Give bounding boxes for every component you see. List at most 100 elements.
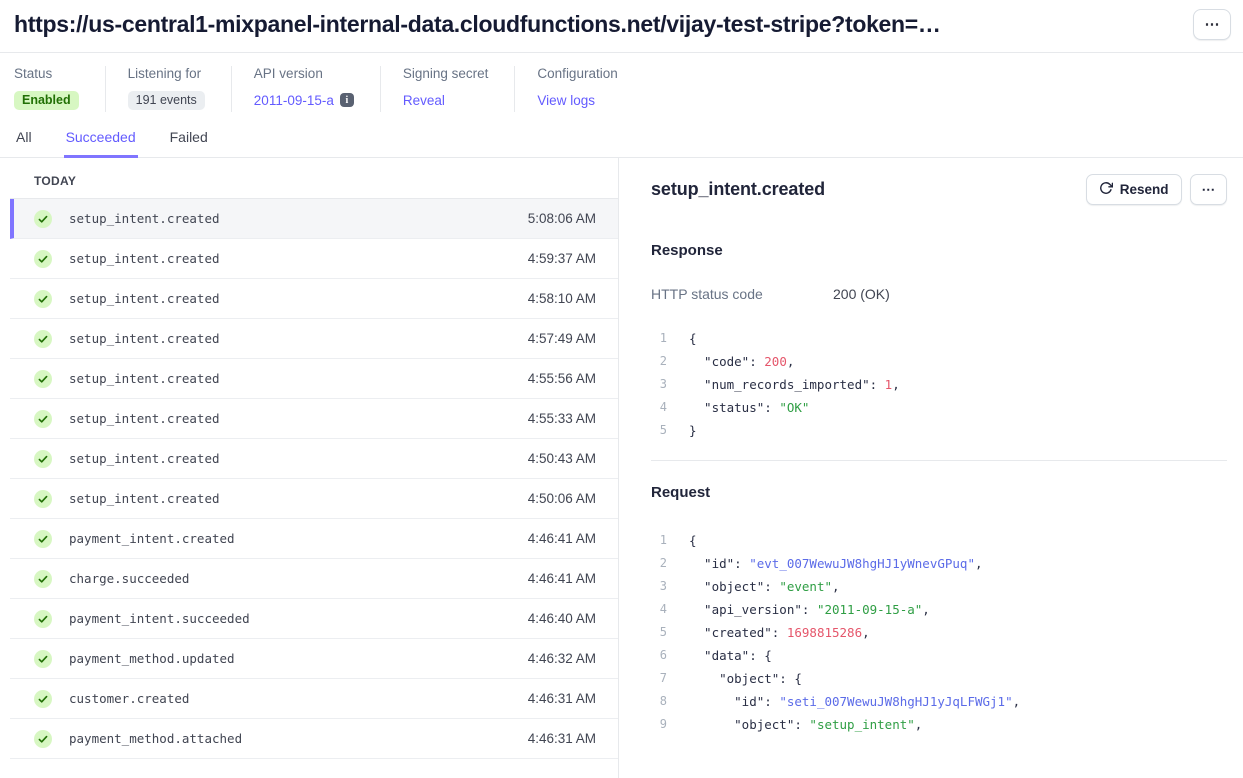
info-icon[interactable]: i <box>340 93 354 107</box>
code-line: 4 "api_version": "2011-09-15-a", <box>651 598 1227 621</box>
code-line: 1{ <box>651 529 1227 552</box>
status-badge: Enabled <box>14 91 79 110</box>
code-text: "object": "setup_intent", <box>689 713 922 736</box>
detail-header: setup_intent.created Resend ⋯ <box>651 174 1227 205</box>
event-detail-panel: setup_intent.created Resend ⋯ Resp <box>618 158 1243 778</box>
check-circle-icon <box>34 690 52 708</box>
code-text: "api_version": "2011-09-15-a", <box>689 598 930 621</box>
check-circle-icon <box>34 250 52 268</box>
http-status-row: HTTP status code 200 (OK) <box>651 286 1227 302</box>
event-row[interactable]: setup_intent.created4:50:43 AM <box>10 439 618 479</box>
event-row[interactable]: customer.created 4:46:31 AM <box>10 679 618 719</box>
event-row[interactable]: payment_intent.succeeded4:46:40 AM <box>10 599 618 639</box>
code-line: 3 "object": "event", <box>651 575 1227 598</box>
resend-button[interactable]: Resend <box>1086 174 1182 205</box>
event-row[interactable]: payment_method.updated 4:46:32 AM <box>10 639 618 679</box>
meta-item-status: Status Enabled <box>14 66 105 112</box>
endpoint-meta-row: Status Enabled Listening for 191 events API … <box>0 53 1243 112</box>
line-number: 2 <box>651 350 667 373</box>
meta-value: 2011-09-15-a i <box>254 90 354 110</box>
header-overflow-button[interactable]: ⋯ <box>1193 9 1231 40</box>
event-row[interactable]: charge.succeeded4:46:41 AM <box>10 559 618 599</box>
meta-label: Listening for <box>128 66 205 81</box>
event-time: 4:58:10 AM <box>528 291 596 306</box>
check-circle-icon <box>34 210 52 228</box>
line-number: 4 <box>651 598 667 621</box>
detail-title: setup_intent.created <box>651 179 825 200</box>
code-line: 3 "num_records_imported": 1, <box>651 373 1227 396</box>
http-status-value: 200 (OK) <box>833 286 890 302</box>
code-text: "data": { <box>689 644 772 667</box>
request-code-block: 1{2 "id": "evt_007WewuJW8hgHJ1yWnevGPuq"… <box>651 529 1227 736</box>
code-line: 1{ <box>651 327 1227 350</box>
event-name: customer.created <box>69 691 189 706</box>
tab-all[interactable]: All <box>14 129 34 158</box>
event-name: setup_intent.created <box>69 331 220 346</box>
check-circle-icon <box>34 730 52 748</box>
check-circle-icon <box>34 530 52 548</box>
tab-succeeded[interactable]: Succeeded <box>64 129 138 158</box>
detail-overflow-button[interactable]: ⋯ <box>1190 174 1228 205</box>
api-version-link[interactable]: 2011-09-15-a <box>254 93 334 108</box>
code-text: "object": "event", <box>689 575 840 598</box>
event-name: setup_intent.created <box>69 451 220 466</box>
check-circle-icon <box>34 410 52 428</box>
line-number: 8 <box>651 690 667 713</box>
line-number: 3 <box>651 575 667 598</box>
signing-secret-link[interactable]: Reveal <box>403 93 445 108</box>
code-line: 9 "object": "setup_intent", <box>651 713 1227 736</box>
meta-item-api-version: API version 2011-09-15-a i <box>231 66 380 112</box>
event-row[interactable]: setup_intent.created 4:50:06 AM <box>10 479 618 519</box>
event-row[interactable]: setup_intent.created4:55:33 AM <box>10 399 618 439</box>
event-name: payment_method.updated <box>69 651 235 666</box>
event-row[interactable]: payment_intent.created 4:46:41 AM <box>10 519 618 559</box>
list-group-label: TODAY <box>10 158 618 199</box>
event-name: payment_intent.created <box>69 531 235 546</box>
meta-label: API version <box>254 66 354 81</box>
request-heading: Request <box>651 484 1227 501</box>
code-line: 7 "object": { <box>651 667 1227 690</box>
line-number: 7 <box>651 667 667 690</box>
http-status-label: HTTP status code <box>651 286 833 302</box>
code-line: 4 "status": "OK" <box>651 396 1227 419</box>
event-rows: setup_intent.created5:08:06 AMsetup_inte… <box>10 199 618 759</box>
event-name: payment_intent.succeeded <box>69 611 250 626</box>
line-number: 2 <box>651 552 667 575</box>
check-circle-icon <box>34 450 52 468</box>
code-line: 5 "created": 1698815286, <box>651 621 1227 644</box>
event-name: setup_intent.created <box>69 211 220 226</box>
code-text: "code": 200, <box>689 350 794 373</box>
ellipsis-icon: ⋯ <box>1202 182 1216 198</box>
line-number: 4 <box>651 396 667 419</box>
event-time: 4:55:33 AM <box>528 411 596 426</box>
meta-value: 191 events <box>128 90 205 110</box>
event-time: 4:46:32 AM <box>528 651 596 666</box>
event-row[interactable]: setup_intent.created4:59:37 AM <box>10 239 618 279</box>
line-number: 1 <box>651 327 667 350</box>
code-text: "status": "OK" <box>689 396 809 419</box>
meta-item-configuration: Configuration View logs <box>514 66 643 112</box>
event-row[interactable]: setup_intent.created4:58:10 AM <box>10 279 618 319</box>
event-time: 4:46:31 AM <box>528 691 596 706</box>
event-row[interactable]: setup_intent.created4:57:49 AM <box>10 319 618 359</box>
check-circle-icon <box>34 650 52 668</box>
event-name: charge.succeeded <box>69 571 189 586</box>
code-line: 5} <box>651 419 1227 442</box>
event-row[interactable]: setup_intent.created 5:08:06 AM <box>10 199 618 239</box>
event-row[interactable]: payment_method.attached4:46:31 AM <box>10 719 618 759</box>
response-code-block: 1{2 "code": 200,3 "num_records_imported"… <box>651 327 1227 442</box>
meta-value: Reveal <box>403 90 489 110</box>
event-time: 5:08:06 AM <box>528 211 596 226</box>
meta-label: Status <box>14 66 79 81</box>
event-time: 4:50:06 AM <box>528 491 596 506</box>
line-number: 6 <box>651 644 667 667</box>
event-time: 4:46:31 AM <box>528 731 596 746</box>
meta-item-signing-secret: Signing secretReveal <box>380 66 515 112</box>
event-time: 4:46:41 AM <box>528 531 596 546</box>
meta-label: Configuration <box>537 66 617 81</box>
tab-failed[interactable]: Failed <box>168 129 210 158</box>
event-name: setup_intent.created <box>69 491 220 506</box>
code-text: "object": { <box>689 667 802 690</box>
configuration-link[interactable]: View logs <box>537 93 595 108</box>
event-row[interactable]: setup_intent.created4:55:56 AM <box>10 359 618 399</box>
